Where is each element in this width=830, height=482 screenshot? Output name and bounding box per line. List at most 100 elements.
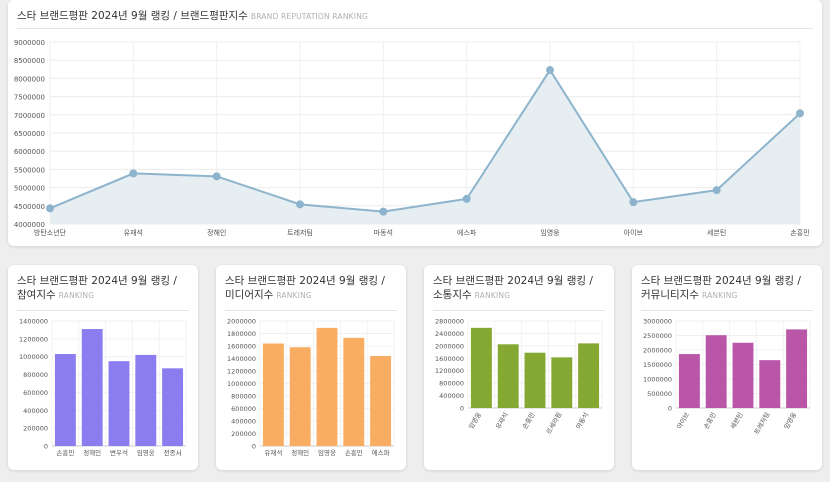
x-tick-label: 세븐틴 xyxy=(728,410,745,430)
bar xyxy=(81,329,103,446)
communication-chart-card: 스타 브랜드평판 2024년 9월 랭킹 / 소통지수 RANKING 0 4000… xyxy=(424,265,614,470)
x-tick-label: 정해인 xyxy=(207,228,226,237)
y-tick-label: 400000 xyxy=(439,392,464,400)
y-tick-label: 8000000 xyxy=(14,75,45,83)
x-tick-label: 임영웅 xyxy=(782,410,799,430)
x-tick-label: 임영웅 xyxy=(318,448,336,457)
y-tick-label: 1200000 xyxy=(19,335,48,343)
x-tick-label: 전종서 xyxy=(164,448,182,457)
y-tick-label: 1000000 xyxy=(19,353,48,361)
data-point xyxy=(462,194,471,203)
data-point xyxy=(712,186,721,195)
data-point xyxy=(379,207,388,216)
y-tick-label: 1600000 xyxy=(435,355,464,363)
bar xyxy=(135,354,157,446)
participation-chart-card: 스타 브랜드평판 2024년 9월 랭킹 / 참여지수 RANKING 0 2000… xyxy=(8,265,198,470)
bar xyxy=(54,354,76,446)
x-tick-label: 임영웅 xyxy=(137,448,155,457)
bar xyxy=(551,357,573,408)
y-tick-label: 2400000 xyxy=(435,330,464,338)
data-point xyxy=(46,204,54,213)
bar xyxy=(732,342,754,408)
x-tick-label: 마동석 xyxy=(574,410,591,430)
y-tick-label: 4000000 xyxy=(14,221,45,229)
media-chart-card: 스타 브랜드평판 2024년 9월 랭킹 / 미디어지수 RANKING 0 200… xyxy=(216,265,406,470)
bar xyxy=(108,361,130,446)
y-tick-label: 7500000 xyxy=(14,94,45,102)
y-tick-label: 2000000 xyxy=(227,318,256,326)
x-tick-label: 임영웅 xyxy=(540,228,560,237)
y-tick-label: 2500000 xyxy=(643,332,672,340)
y-tick-label: 1000000 xyxy=(227,380,256,388)
data-point xyxy=(796,109,804,118)
x-tick-label: 손흥민 xyxy=(790,228,809,237)
y-tick-label: 8500000 xyxy=(14,57,45,65)
data-point xyxy=(129,169,138,178)
y-tick-label: 200000 xyxy=(231,430,256,438)
community-chart-card: 스타 브랜드평판 2024년 9월 랭킹 / 커뮤니티지수 RANKING 0 50… xyxy=(632,265,822,470)
main-chart-card: 스타 브랜드평판 2024년 9월 랭킹 / 브랜드평판지수 BRAND REPU… xyxy=(8,0,822,246)
bar xyxy=(759,360,781,408)
bar xyxy=(470,327,492,408)
bar xyxy=(289,347,311,446)
y-tick-label: 0 xyxy=(460,405,464,413)
x-tick-label: 손흥민 xyxy=(701,410,718,430)
y-tick-label: 600000 xyxy=(23,389,48,397)
data-point xyxy=(212,172,221,181)
y-tick-label: 800000 xyxy=(439,380,464,388)
y-tick-label: 4500000 xyxy=(14,203,45,211)
data-point xyxy=(546,66,554,75)
bar xyxy=(578,343,600,408)
y-tick-label: 6500000 xyxy=(14,130,45,138)
x-tick-label: 에스파 xyxy=(457,228,477,237)
x-tick-label: 변우석 xyxy=(110,448,128,457)
y-tick-label: 2800000 xyxy=(435,318,464,326)
y-tick-label: 1400000 xyxy=(19,318,48,326)
x-tick-label: 아이브 xyxy=(674,410,691,430)
y-tick-label: 800000 xyxy=(23,371,48,379)
brand-reputation-area-chart: 4000000 4500000 5000000 5500000 6000000 65000… xyxy=(14,39,810,237)
x-tick-label: 트레저팀 xyxy=(287,228,313,237)
y-tick-label: 400000 xyxy=(231,418,256,426)
y-tick-label: 500000 xyxy=(647,390,672,398)
y-tick-label: 2000000 xyxy=(643,347,672,355)
y-tick-label: 0 xyxy=(44,443,48,451)
y-tick-label: 3000000 xyxy=(643,318,672,326)
x-tick-label: 정해인 xyxy=(83,448,101,457)
y-tick-label: 800000 xyxy=(231,393,256,401)
bar xyxy=(262,343,284,446)
x-tick-label: 임영웅 xyxy=(466,410,483,430)
x-tick-label: 손흥민 xyxy=(345,448,363,457)
y-tick-label: 1600000 xyxy=(227,343,256,351)
area-fill xyxy=(50,70,800,224)
y-tick-label: 6000000 xyxy=(14,148,45,156)
y-tick-label: 7000000 xyxy=(14,112,45,120)
communication-bar-chart: 0 400000 800000 1200000 1600000 2000000 240000… xyxy=(435,318,603,436)
y-tick-label: 1800000 xyxy=(227,330,256,338)
x-tick-label: 유재석 xyxy=(493,410,510,430)
x-tick-label: 유재석 xyxy=(264,448,282,457)
y-tick-label: 0 xyxy=(252,443,256,451)
x-tick-label: 손흥민 xyxy=(56,448,74,457)
x-tick-label: 트레저팀 xyxy=(752,410,772,435)
y-tick-label: 1200000 xyxy=(227,368,256,376)
y-tick-label: 1200000 xyxy=(435,367,464,375)
x-tick-label: 아이브 xyxy=(624,228,644,237)
x-tick-label: 르세라핌 xyxy=(544,410,564,435)
y-tick-label: 1400000 xyxy=(227,355,256,363)
bar xyxy=(162,368,184,446)
y-tick-label: 9000000 xyxy=(14,39,45,47)
data-point xyxy=(296,200,304,209)
bar xyxy=(343,337,365,446)
y-tick-label: 400000 xyxy=(23,407,48,415)
y-tick-label: 600000 xyxy=(231,405,256,413)
y-tick-label: 1000000 xyxy=(643,376,672,384)
community-bar-chart: 0 500000 1000000 1500000 2000000 2500000 30000… xyxy=(643,318,811,436)
x-tick-label: 유재석 xyxy=(124,228,143,237)
bar xyxy=(316,327,338,446)
media-bar-chart: 0 200000 400000 600000 800000 1000000 1200000 1… xyxy=(227,318,395,457)
bar xyxy=(786,329,808,408)
y-tick-label: 2000000 xyxy=(435,342,464,350)
y-tick-label: 1500000 xyxy=(643,361,672,369)
x-tick-label: 마동석 xyxy=(374,228,393,237)
